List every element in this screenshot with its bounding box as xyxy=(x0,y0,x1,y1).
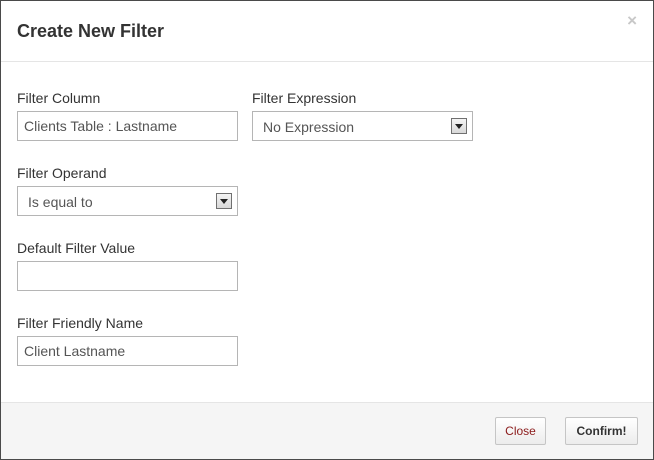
chevron-down-icon[interactable] xyxy=(216,193,232,209)
dialog-header: Create New Filter × xyxy=(1,1,653,62)
filter-expression-select[interactable]: No Expression xyxy=(252,111,473,141)
default-filter-value-input[interactable] xyxy=(17,261,238,291)
default-filter-value-label: Default Filter Value xyxy=(17,240,136,256)
filter-column-label: Filter Column xyxy=(17,90,101,106)
filter-expression-selected: No Expression xyxy=(263,119,355,135)
filter-expression-label: Filter Expression xyxy=(252,90,357,106)
confirm-button[interactable]: Confirm! xyxy=(565,417,638,445)
dialog-footer: Close Confirm! xyxy=(1,402,653,459)
filter-operand-selected: Is equal to xyxy=(28,194,93,210)
close-button[interactable]: Close xyxy=(495,417,546,445)
close-icon[interactable]: × xyxy=(627,11,637,31)
filter-operand-select[interactable]: Is equal to xyxy=(17,186,238,216)
dialog-title: Create New Filter xyxy=(17,21,165,41)
filter-friendly-name-input[interactable] xyxy=(17,336,238,366)
filter-friendly-name-label: Filter Friendly Name xyxy=(17,315,144,331)
filter-column-input[interactable] xyxy=(17,111,238,141)
create-filter-dialog: Create New Filter × Filter Column Filter… xyxy=(0,0,654,460)
chevron-down-icon[interactable] xyxy=(451,118,467,134)
filter-operand-label: Filter Operand xyxy=(17,165,107,181)
